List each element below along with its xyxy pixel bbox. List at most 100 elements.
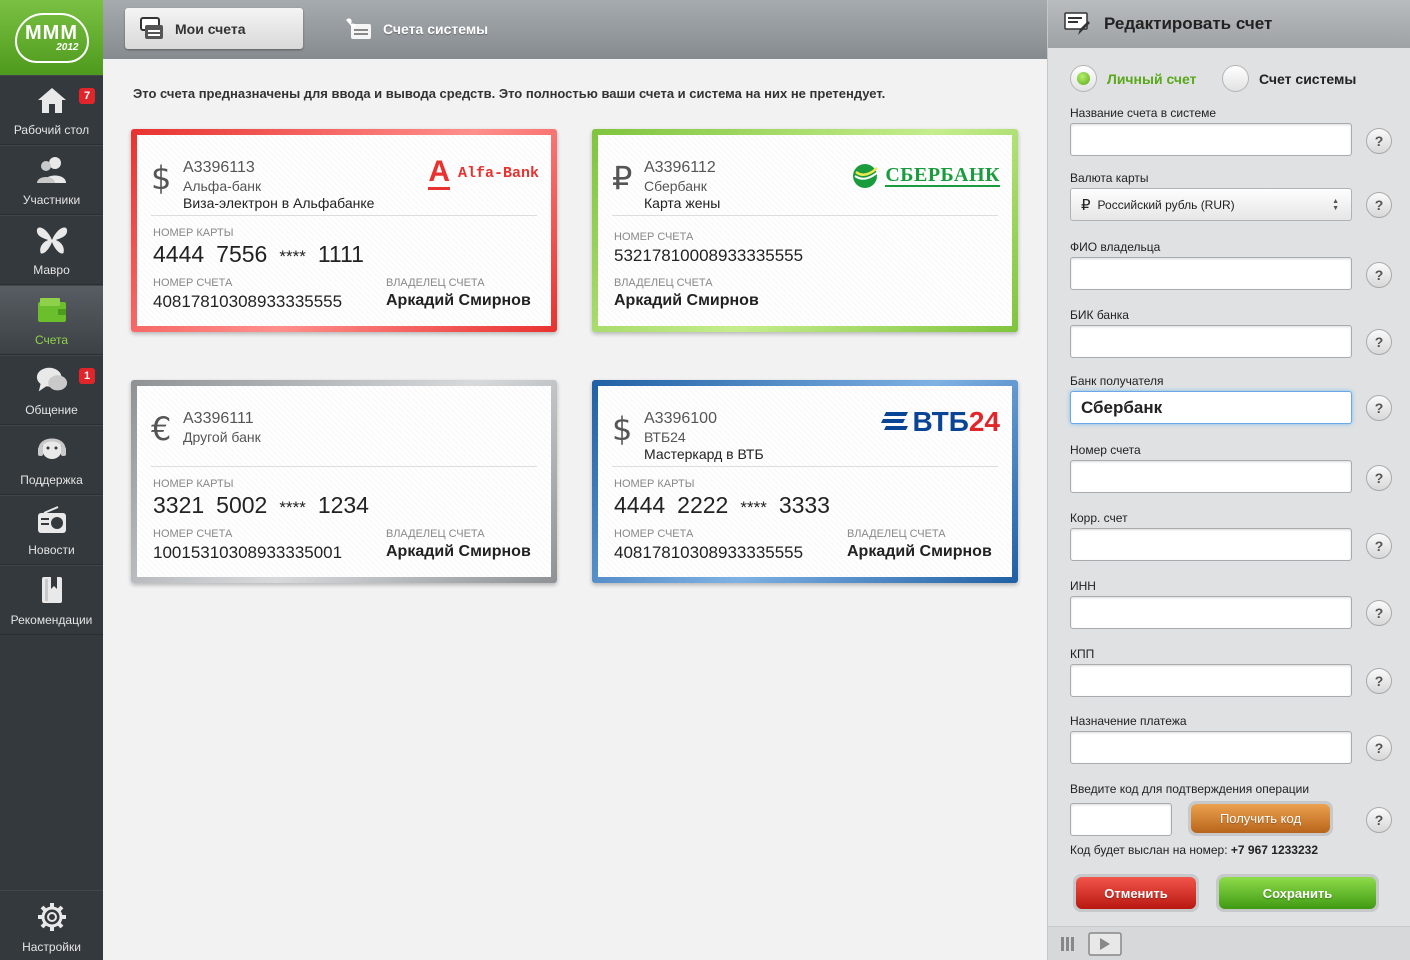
mmm-logo[interactable]: МММ 2012 xyxy=(0,0,103,75)
select-arrows-icon: ▲ ▼ xyxy=(1332,198,1339,212)
radio-button-selected[interactable] xyxy=(1070,65,1097,92)
panel-collapse-icon[interactable] xyxy=(1060,936,1076,952)
sidebar-item-news[interactable]: Новости xyxy=(0,495,103,565)
sidebar-item-mavro[interactable]: Мавро xyxy=(0,215,103,285)
tab-system-accounts[interactable]: Счета системы xyxy=(339,8,539,49)
account-number-input[interactable] xyxy=(1070,460,1352,493)
cancel-button[interactable]: Отменить xyxy=(1073,874,1199,912)
inn-input[interactable] xyxy=(1070,596,1352,629)
field-label: Назначение платежа xyxy=(1070,714,1187,728)
alfa-logo-text: Alfa-Bank xyxy=(457,165,539,182)
bank-name: Сбербанк xyxy=(644,178,707,194)
sidebar: МММ 2012 7 Рабочий стол Участники Мавро … xyxy=(0,0,103,960)
account-card-sber[interactable]: ₽ A3396112 Сбербанк Карта жены СБЕРБАНК … xyxy=(592,129,1018,332)
recipient-bank-input[interactable]: Сбербанк xyxy=(1070,391,1352,424)
logo-mark: МММ 2012 xyxy=(14,12,89,63)
panel-title: Редактировать счет xyxy=(1104,14,1273,33)
confirmation-code-input[interactable] xyxy=(1070,803,1172,836)
gear-icon xyxy=(35,900,69,934)
system-cards-icon xyxy=(343,16,373,42)
card-number: 4444 7556 **** 1111 xyxy=(153,241,364,267)
field-label: ИНН xyxy=(1070,579,1096,593)
account-card-vtb[interactable]: $ A3396100 ВТБ24 Мастеркард в ВТБ ВТБ 24… xyxy=(592,380,1018,583)
field-label: Номер счета xyxy=(1070,443,1141,457)
sidebar-item-label: Мавро xyxy=(33,263,70,277)
notification-badge: 1 xyxy=(79,368,95,384)
field-label: Валюта карты xyxy=(1070,171,1149,185)
code-note-phone: +7 967 1233232 xyxy=(1230,843,1318,857)
account-name-input[interactable] xyxy=(1070,123,1352,156)
help-button[interactable]: ? xyxy=(1366,262,1392,288)
play-icon[interactable] xyxy=(1088,932,1122,956)
account-number-label: НОМЕР СЧЕТА xyxy=(614,231,694,243)
radio-system-account[interactable]: Счет системы xyxy=(1222,65,1356,92)
sidebar-item-chat[interactable]: 1 Общение xyxy=(0,355,103,425)
tab-label: Счета системы xyxy=(383,20,489,37)
sidebar-item-dashboard[interactable]: 7 Рабочий стол xyxy=(0,75,103,145)
accounts-main: Это счета предназначены для ввода и выво… xyxy=(103,59,1047,960)
corr-account-input[interactable] xyxy=(1070,528,1352,561)
book-icon xyxy=(35,573,69,607)
help-button[interactable]: ? xyxy=(1366,533,1392,559)
sidebar-item-recommendations[interactable]: Рекомендации xyxy=(0,565,103,635)
currency-symbol: $ xyxy=(151,159,172,197)
help-button[interactable]: ? xyxy=(1366,329,1392,355)
ruble-icon: ₽ xyxy=(1081,196,1091,214)
vtb24-logo: ВТБ 24 xyxy=(880,408,1000,436)
sidebar-item-support[interactable]: Поддержка xyxy=(0,425,103,495)
chat-icon xyxy=(35,363,69,397)
bik-input[interactable] xyxy=(1070,325,1352,358)
help-button[interactable]: ? xyxy=(1366,668,1392,694)
account-number: 53217810008933335555 xyxy=(614,246,804,265)
account-card-other[interactable]: € A3396111 Другой банк НОМЕР КАРТЫ 3321 5… xyxy=(131,380,557,583)
sidebar-item-members[interactable]: Участники xyxy=(0,145,103,215)
radio-label: Личный счет xyxy=(1107,70,1197,87)
sidebar-item-settings[interactable]: Настройки xyxy=(0,890,103,960)
payment-purpose-input[interactable] xyxy=(1070,731,1352,764)
edit-document-icon xyxy=(1064,11,1090,37)
help-button[interactable]: ? xyxy=(1366,395,1392,421)
field-label: Корр. счет xyxy=(1070,511,1128,525)
help-button[interactable]: ? xyxy=(1366,192,1392,218)
radio-button[interactable] xyxy=(1222,65,1249,92)
card-number-label: НОМЕР КАРТЫ xyxy=(153,478,234,490)
card-divider xyxy=(151,215,537,216)
sidebar-item-accounts[interactable]: Счета xyxy=(0,285,103,355)
vtb-logo-text: ВТБ xyxy=(912,406,969,437)
account-number: 40817810308933335555 xyxy=(153,292,343,311)
get-code-button[interactable]: Получить код xyxy=(1188,801,1333,836)
account-description: Виза-электрон в Альфабанке xyxy=(183,195,375,211)
owner-name: Аркадий Смирнов xyxy=(386,292,531,309)
help-button[interactable]: ? xyxy=(1366,128,1392,154)
owner-label: ВЛАДЕЛЕЦ СЧЕТА xyxy=(386,277,485,289)
logo-year: 2012 xyxy=(56,41,79,53)
tab-label: Мои счета xyxy=(175,20,246,37)
tab-my-accounts[interactable]: Мои счета xyxy=(125,8,303,49)
save-button-label: Сохранить xyxy=(1219,877,1376,909)
radio-dot xyxy=(1077,72,1090,85)
help-button[interactable]: ? xyxy=(1366,465,1392,491)
bank-name: Другой банк xyxy=(183,429,261,445)
currency-symbol: ₽ xyxy=(612,159,633,197)
help-button[interactable]: ? xyxy=(1366,600,1392,626)
card-number-label: НОМЕР КАРТЫ xyxy=(614,478,695,490)
help-button[interactable]: ? xyxy=(1366,807,1392,833)
account-id: A3396100 xyxy=(644,410,717,427)
kpp-input[interactable] xyxy=(1070,664,1352,697)
sidebar-item-label: Настройки xyxy=(22,940,81,954)
account-number-label: НОМЕР СЧЕТА xyxy=(614,528,694,540)
help-button[interactable]: ? xyxy=(1366,735,1392,761)
account-card-alfa[interactable]: $ A3396113 Альфа-банк Виза-электрон в Ал… xyxy=(131,129,557,332)
panel-header: Редактировать счет xyxy=(1048,0,1410,48)
bank-name: Альфа-банк xyxy=(183,178,262,194)
code-note: Код будет выслан на номер: +7 967 123323… xyxy=(1070,843,1318,857)
sidebar-item-label: Поддержка xyxy=(20,473,83,487)
account-number: 10015310308933335001 xyxy=(153,543,343,562)
field-label: КПП xyxy=(1070,647,1095,661)
currency-select[interactable]: ₽ Российский рубль (RUR) ▲ ▼ xyxy=(1070,188,1352,221)
radio-personal-account[interactable]: Личный счет xyxy=(1070,65,1196,92)
sidebar-item-label: Новости xyxy=(28,543,75,557)
owner-name-input[interactable] xyxy=(1070,257,1352,290)
save-button[interactable]: Сохранить xyxy=(1216,874,1379,912)
radio-label: Счет системы xyxy=(1259,70,1357,87)
